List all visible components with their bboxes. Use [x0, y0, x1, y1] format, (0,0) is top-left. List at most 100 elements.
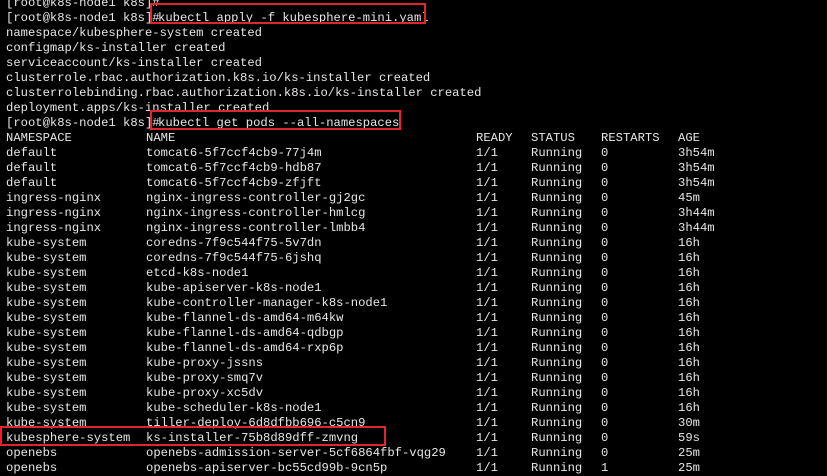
output-line: deployment.apps/ks-installer created [0, 101, 827, 116]
pod-restarts: 0 [601, 416, 609, 430]
header-ready: READY [476, 131, 513, 145]
pod-row: ingress-nginx nginx-ingress-controller-gj… [0, 191, 827, 206]
shell-prompt: [root@k8s-node1 k8s]# [6, 0, 160, 10]
output-line: clusterrole.rbac.authorization.k8s.io/ks… [0, 71, 827, 86]
pod-row: kube-system coredns-7f9c544f75-5v7dn 1/1 Ru… [0, 236, 827, 251]
pod-ready: 1/1 [476, 161, 498, 175]
pod-status: Running [531, 341, 583, 355]
pod-ready: 1/1 [476, 371, 498, 385]
pod-row: kube-system kube-controller-manager-k8s-n… [0, 296, 827, 311]
pod-restarts: 0 [601, 326, 609, 340]
pod-row: kube-system kube-flannel-ds-amd64-qdbgp 1/… [0, 326, 827, 341]
header-restarts: RESTARTS [601, 131, 660, 145]
pod-status: Running [531, 176, 583, 190]
pod-restarts: 0 [601, 296, 609, 310]
pod-namespace: kube-system [6, 236, 87, 250]
pod-name: openebs-admission-server-5cf6864fbf-vqg2… [146, 446, 446, 460]
pod-row: kube-system kube-proxy-xc5dv 1/1 Running 0 16… [0, 386, 827, 401]
pod-status: Running [531, 431, 583, 445]
pod-ready: 1/1 [476, 461, 498, 475]
header-age: AGE [678, 131, 700, 145]
pod-restarts: 0 [601, 386, 609, 400]
command-line: [root@k8s-node1 k8s]# kubectl get pods --… [0, 116, 827, 131]
pod-restarts: 0 [601, 446, 609, 460]
pod-restarts: 1 [601, 461, 609, 475]
pod-name: nginx-ingress-controller-hmlcg [146, 206, 366, 220]
pod-namespace: kube-system [6, 356, 87, 370]
pod-name: coredns-7f9c544f75-5v7dn [146, 236, 322, 250]
pod-name: tomcat6-5f7ccf4cb9-zfjft [146, 176, 322, 190]
output-line: configmap/ks-installer created [0, 41, 827, 56]
pod-row: kube-system kube-proxy-smq7v 1/1 Running 0 16… [0, 371, 827, 386]
pod-row: kube-system coredns-7f9c544f75-6jshq 1/1 Ru… [0, 251, 827, 266]
pod-namespace: default [6, 146, 58, 160]
header-name: NAME [146, 131, 176, 145]
pod-namespace: kube-system [6, 326, 87, 340]
pod-age: 3h44m [678, 221, 715, 235]
shell-prompt: [root@k8s-node1 k8s]# [6, 11, 160, 25]
pod-ready: 1/1 [476, 416, 498, 430]
pod-restarts: 0 [601, 251, 609, 265]
pod-namespace: kube-system [6, 386, 87, 400]
pod-age: 16h [678, 311, 700, 325]
terminal-output[interactable]: [root@k8s-node1 k8s]# [root@k8s-node1 k8s… [0, 0, 827, 476]
pod-name: kube-proxy-xc5dv [146, 386, 264, 400]
pod-row: default tomcat6-5f7ccf4cb9-77j4m 1/1 Runnin… [0, 146, 827, 161]
pod-ready: 1/1 [476, 356, 498, 370]
pod-namespace: kube-system [6, 311, 87, 325]
pod-ready: 1/1 [476, 236, 498, 250]
pod-restarts: 0 [601, 236, 609, 250]
pod-namespace: kube-system [6, 341, 87, 355]
pod-row: kube-system kube-scheduler-k8s-node1 1/1 Ru… [0, 401, 827, 416]
pod-row: kube-system kube-flannel-ds-amd64-m64kw 1/… [0, 311, 827, 326]
pod-name: kube-scheduler-k8s-node1 [146, 401, 322, 415]
pod-restarts: 0 [601, 341, 609, 355]
pod-restarts: 0 [601, 311, 609, 325]
header-namespace: NAMESPACE [6, 131, 72, 145]
pod-age: 3h54m [678, 176, 715, 190]
pod-restarts: 0 [601, 431, 609, 445]
pod-status: Running [531, 251, 583, 265]
pod-age: 3h54m [678, 161, 715, 175]
pod-status: Running [531, 356, 583, 370]
pod-name: kube-flannel-ds-amd64-qdbgp [146, 326, 344, 340]
pod-name: openebs-apiserver-bc55cd99b-9cn5p [146, 461, 388, 475]
pod-status: Running [531, 386, 583, 400]
pod-namespace: kube-system [6, 251, 87, 265]
pod-row: openebs openebs-apiserver-bc55cd99b-9cn5p… [0, 461, 827, 476]
pod-restarts: 0 [601, 266, 609, 280]
pod-status: Running [531, 161, 583, 175]
pod-status: Running [531, 146, 583, 160]
pod-age: 16h [678, 236, 700, 250]
pod-name: etcd-k8s-node1 [146, 266, 249, 280]
pod-age: 16h [678, 266, 700, 280]
output-text: configmap/ks-installer created [6, 41, 226, 55]
pod-row: kube-system kube-proxy-jssns 1/1 Running 0 16… [0, 356, 827, 371]
pod-name: kube-proxy-jssns [146, 356, 264, 370]
pod-restarts: 0 [601, 221, 609, 235]
pod-restarts: 0 [601, 371, 609, 385]
output-text: namespace/kubesphere-system created [6, 26, 262, 40]
pod-status: Running [531, 371, 583, 385]
pod-age: 16h [678, 251, 700, 265]
pod-age: 3h44m [678, 206, 715, 220]
pod-status: Running [531, 206, 583, 220]
pod-status: Running [531, 311, 583, 325]
pod-name: kube-controller-manager-k8s-node1 [146, 296, 388, 310]
pod-age: 16h [678, 371, 700, 385]
header-status: STATUS [531, 131, 575, 145]
pod-status: Running [531, 296, 583, 310]
pod-name: coredns-7f9c544f75-6jshq [146, 251, 322, 265]
pod-ready: 1/1 [476, 146, 498, 160]
pod-ready: 1/1 [476, 431, 498, 445]
pod-row: openebs openebs-admission-server-5cf6864f… [0, 446, 827, 461]
pod-age: 16h [678, 296, 700, 310]
pod-status: Running [531, 191, 583, 205]
pod-age: 16h [678, 356, 700, 370]
pod-namespace: kube-system [6, 296, 87, 310]
pod-status: Running [531, 461, 583, 475]
pod-age: 25m [678, 461, 700, 475]
pod-row: ingress-nginx nginx-ingress-controller-hm… [0, 206, 827, 221]
pod-namespace: default [6, 176, 58, 190]
shell-prompt: [root@k8s-node1 k8s]# [6, 116, 160, 130]
